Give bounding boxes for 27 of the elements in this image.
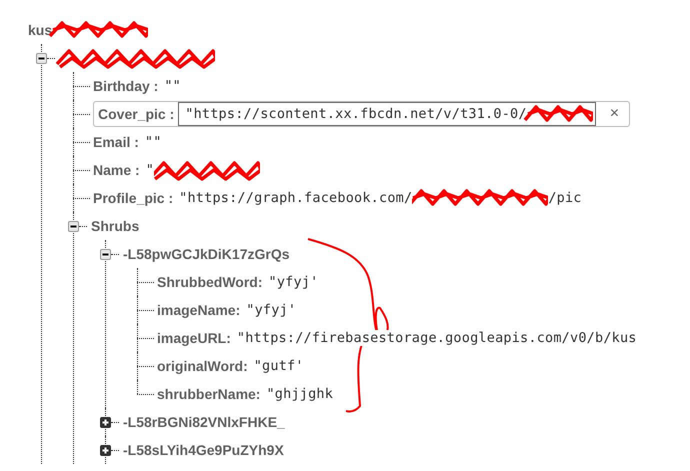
collapse-icon[interactable] bbox=[36, 52, 47, 64]
key-label[interactable]: ShrubbedWord: bbox=[157, 274, 263, 290]
key-label[interactable]: -L58rBGNi82VNlxFHKE_ bbox=[123, 414, 285, 430]
value-text: "ghjjghk bbox=[266, 386, 334, 402]
value-text: "https://firebasestorage.googleapis.com/v0/b/kus bbox=[236, 330, 637, 346]
key-label[interactable]: Name : bbox=[93, 162, 140, 178]
close-button[interactable]: × bbox=[596, 105, 630, 123]
expand-icon[interactable] bbox=[100, 416, 111, 428]
root-key[interactable]: kus bbox=[28, 22, 52, 38]
key-label[interactable]: Shrubs bbox=[91, 218, 140, 234]
value-text: /pic bbox=[548, 190, 582, 206]
key-label[interactable]: originalWord: bbox=[157, 358, 248, 374]
value-text: " bbox=[146, 162, 154, 178]
key-label[interactable]: -L58pwGCJkDiK17zGrQs bbox=[123, 246, 290, 262]
key-label[interactable]: Birthday : bbox=[93, 78, 158, 94]
key-label[interactable]: imageURL: bbox=[157, 330, 231, 346]
key-label[interactable]: Profile_pic : bbox=[93, 190, 174, 206]
collapse-icon[interactable] bbox=[68, 220, 79, 232]
key-label[interactable]: -L58sLYih4Ge9PuZYh9X bbox=[123, 442, 284, 458]
key-label[interactable]: imageName: bbox=[157, 302, 240, 318]
input-field[interactable]: "https://scontent.xx.fbcdn.net/v/t31.0-0/ bbox=[178, 102, 596, 126]
expand-icon[interactable] bbox=[100, 444, 111, 456]
key-label: Cover_pic : bbox=[98, 106, 174, 122]
collapse-icon[interactable] bbox=[100, 248, 111, 260]
key-label[interactable]: Email : bbox=[93, 134, 139, 150]
value-text: "https://graph.facebook.com/ bbox=[179, 190, 412, 206]
key-label[interactable]: shrubberName: bbox=[157, 386, 260, 402]
